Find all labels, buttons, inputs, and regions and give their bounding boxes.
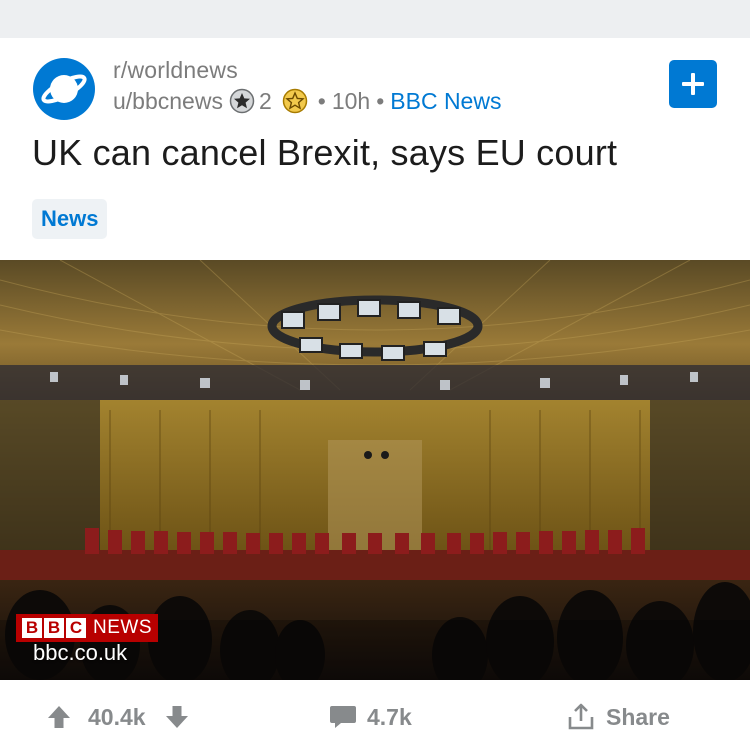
- link-domain[interactable]: bbc.co.uk: [33, 640, 127, 666]
- post-flair[interactable]: News: [32, 199, 108, 239]
- gold-award-icon: [282, 88, 308, 114]
- add-button[interactable]: [669, 60, 717, 108]
- share-button[interactable]: Share: [566, 680, 670, 754]
- comment-bubble-icon: [329, 704, 357, 730]
- upvote-count: 40.4k: [88, 703, 146, 730]
- share-label: Share: [606, 703, 670, 730]
- top-bar: [0, 0, 750, 38]
- post-title[interactable]: UK can cancel Brexit, says EU court: [32, 132, 617, 174]
- bbc-logo-word: NEWS: [93, 617, 152, 638]
- vote-group: 40.4k: [46, 680, 190, 754]
- subreddit-avatar[interactable]: [33, 58, 95, 120]
- subreddit-name[interactable]: r/worldnews: [113, 57, 238, 84]
- source-link[interactable]: BBC News: [390, 88, 501, 115]
- share-icon: [566, 702, 596, 732]
- upvote-arrow-icon[interactable]: [46, 704, 72, 730]
- comment-count: 4.7k: [367, 703, 412, 730]
- bbc-logo-box: B: [44, 618, 64, 638]
- planet-icon: [41, 74, 87, 104]
- author-name[interactable]: u/bbcnews: [113, 88, 223, 115]
- downvote-arrow-icon[interactable]: [164, 704, 190, 730]
- bbc-logo-box: C: [66, 618, 86, 638]
- post-age: 10h: [331, 87, 371, 114]
- bbc-logo-box: B: [22, 618, 42, 638]
- meta-separator: •: [376, 87, 385, 114]
- silver-award-icon: [229, 88, 255, 114]
- post-meta: u/bbcnews 2 • 10h • BBC News: [113, 86, 501, 116]
- award-count: 2: [258, 87, 272, 114]
- action-bar: 40.4k 4.7k Share: [0, 680, 750, 754]
- meta-separator: •: [317, 87, 326, 114]
- comments-button[interactable]: 4.7k: [329, 680, 412, 754]
- bbc-news-logo: B B C NEWS: [16, 614, 158, 642]
